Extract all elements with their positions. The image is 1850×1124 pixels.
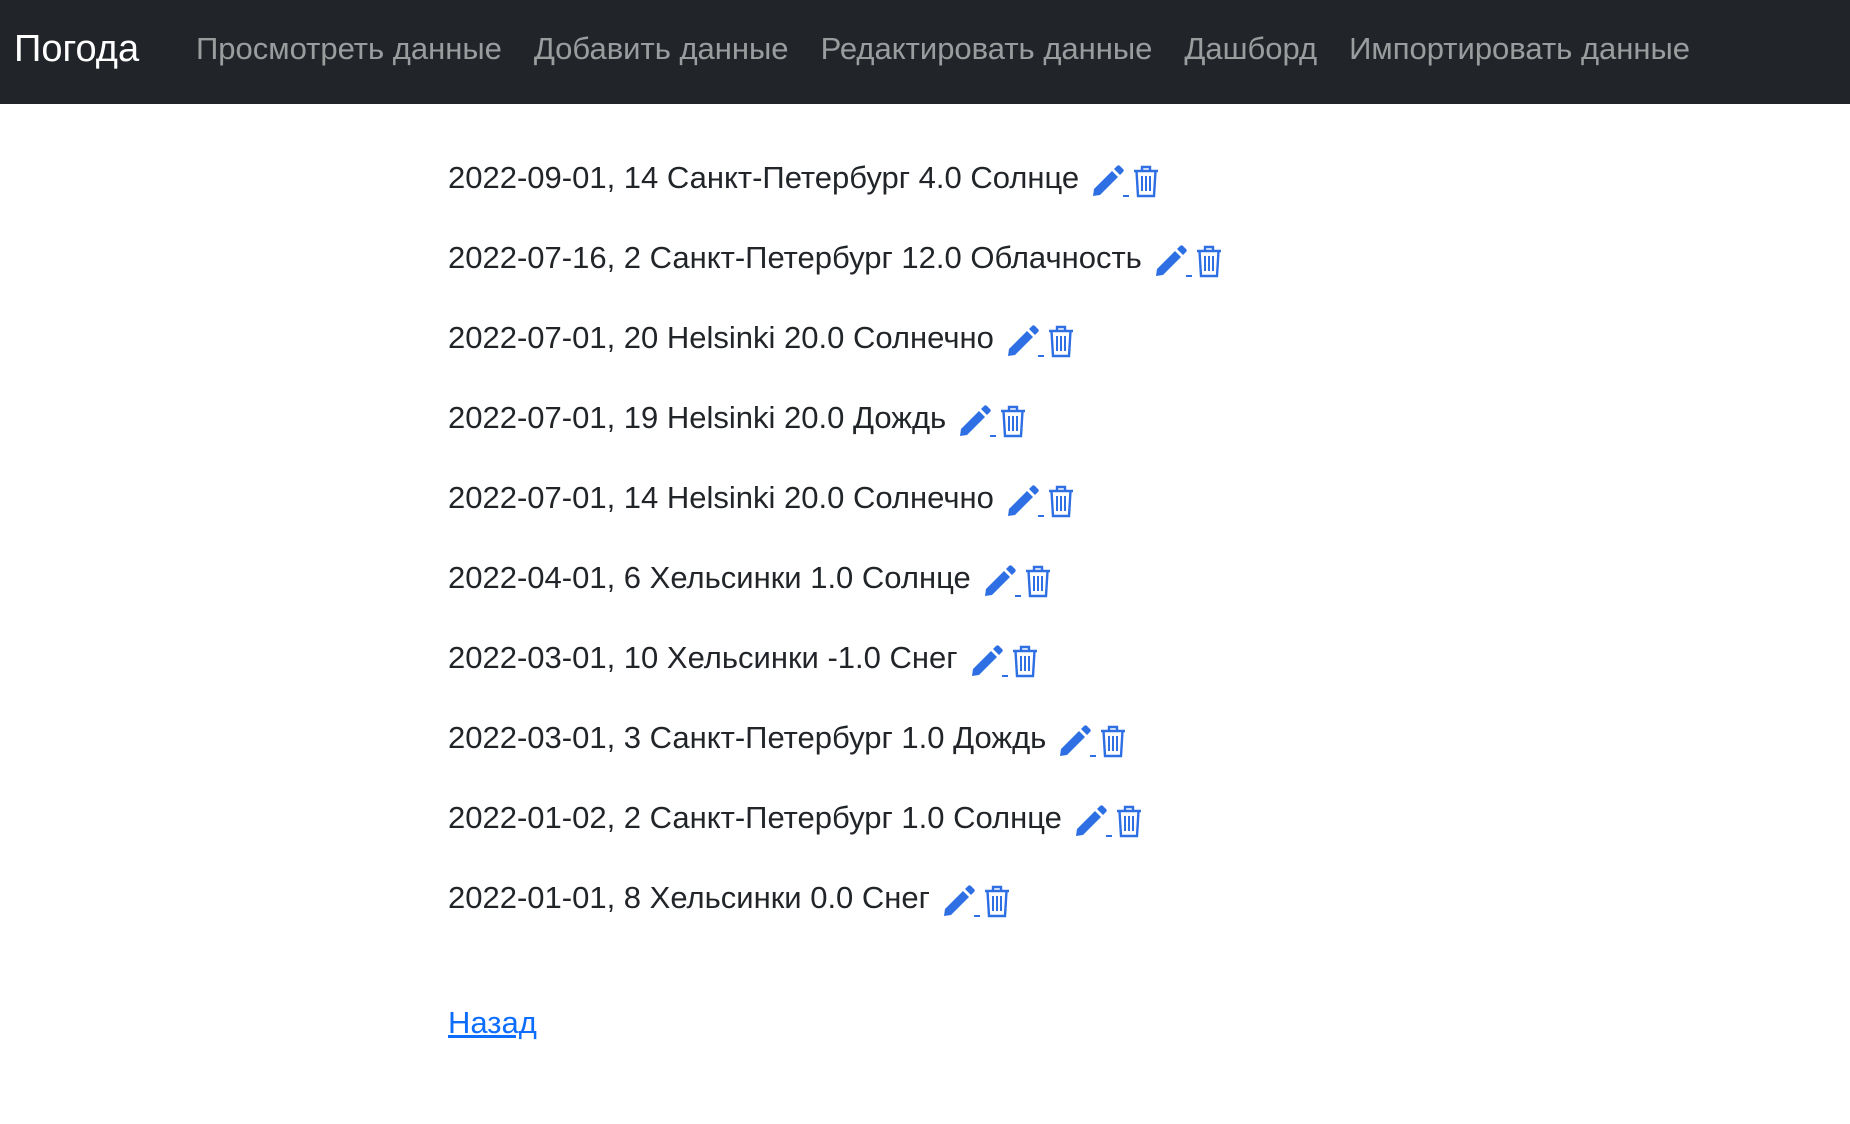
pencil-icon[interactable] [1004, 322, 1046, 360]
trash-icon[interactable] [1046, 482, 1076, 520]
pencil-icon[interactable] [1056, 722, 1098, 760]
record-text: 2022-07-01, 19 Helsinki 20.0 Дождь [448, 400, 947, 435]
list-item: 2022-07-01, 20 Helsinki 20.0 Солнечно [448, 308, 1224, 388]
list-item: 2022-01-02, 2 Санкт-Петербург 1.0 Солнце [448, 788, 1224, 868]
pencil-icon[interactable] [1004, 482, 1046, 520]
record-text: 2022-01-02, 2 Санкт-Петербург 1.0 Солнце [448, 800, 1062, 835]
pencil-icon[interactable] [1152, 242, 1194, 280]
trash-icon[interactable] [1194, 242, 1224, 280]
list-item: 2022-03-01, 3 Санкт-Петербург 1.0 Дождь [448, 708, 1224, 788]
record-text: 2022-09-01, 14 Санкт-Петербург 4.0 Солнц… [448, 160, 1080, 195]
record-text: 2022-07-16, 2 Санкт-Петербург 12.0 Облач… [448, 240, 1142, 275]
navbar: Погода Просмотреть данные Добавить данны… [0, 0, 1850, 104]
trash-icon[interactable] [982, 882, 1012, 920]
nav-links: Просмотреть данные Добавить данные Редак… [196, 28, 1722, 70]
trash-icon[interactable] [1010, 642, 1040, 680]
list-item: 2022-03-01, 10 Хельсинки -1.0 Снег [448, 628, 1224, 708]
trash-icon[interactable] [1023, 562, 1053, 600]
trash-icon[interactable] [1098, 722, 1128, 760]
trash-icon[interactable] [998, 402, 1028, 440]
list-item: 2022-04-01, 6 Хельсинки 1.0 Солнце [448, 548, 1224, 628]
pencil-icon[interactable] [1072, 802, 1114, 840]
record-text: 2022-07-01, 14 Helsinki 20.0 Солнечно [448, 480, 994, 515]
back-link[interactable]: Назад [448, 1002, 537, 1044]
trash-icon[interactable] [1131, 162, 1161, 200]
nav-link-add-data[interactable]: Добавить данные [534, 28, 789, 70]
trash-icon[interactable] [1114, 802, 1144, 840]
pencil-icon[interactable] [968, 642, 1010, 680]
record-text: 2022-03-01, 10 Хельсинки -1.0 Снег [448, 640, 958, 675]
list-item: 2022-07-01, 19 Helsinki 20.0 Дождь [448, 388, 1224, 468]
trash-icon[interactable] [1046, 322, 1076, 360]
record-text: 2022-07-01, 20 Helsinki 20.0 Солнечно [448, 320, 994, 355]
nav-link-dashboard[interactable]: Дашборд [1184, 28, 1317, 70]
nav-link-import-data[interactable]: Импортировать данные [1349, 28, 1690, 70]
pencil-icon[interactable] [1089, 162, 1131, 200]
pencil-icon[interactable] [956, 402, 998, 440]
list-item: 2022-07-16, 2 Санкт-Петербург 12.0 Облач… [448, 228, 1224, 308]
list-item: 2022-01-01, 8 Хельсинки 0.0 Снег [448, 868, 1224, 948]
pencil-icon[interactable] [940, 882, 982, 920]
nav-link-view-data[interactable]: Просмотреть данные [196, 28, 502, 70]
list-item: 2022-07-01, 14 Helsinki 20.0 Солнечно [448, 468, 1224, 548]
record-text: 2022-01-01, 8 Хельсинки 0.0 Снег [448, 880, 930, 915]
record-text: 2022-04-01, 6 Хельсинки 1.0 Солнце [448, 560, 971, 595]
record-text: 2022-03-01, 3 Санкт-Петербург 1.0 Дождь [448, 720, 1047, 755]
pencil-icon[interactable] [981, 562, 1023, 600]
records-list: 2022-09-01, 14 Санкт-Петербург 4.0 Солнц… [448, 148, 1224, 948]
list-item: 2022-09-01, 14 Санкт-Петербург 4.0 Солнц… [448, 148, 1224, 228]
navbar-brand[interactable]: Погода [14, 25, 139, 73]
nav-link-edit-data[interactable]: Редактировать данные [821, 28, 1153, 70]
